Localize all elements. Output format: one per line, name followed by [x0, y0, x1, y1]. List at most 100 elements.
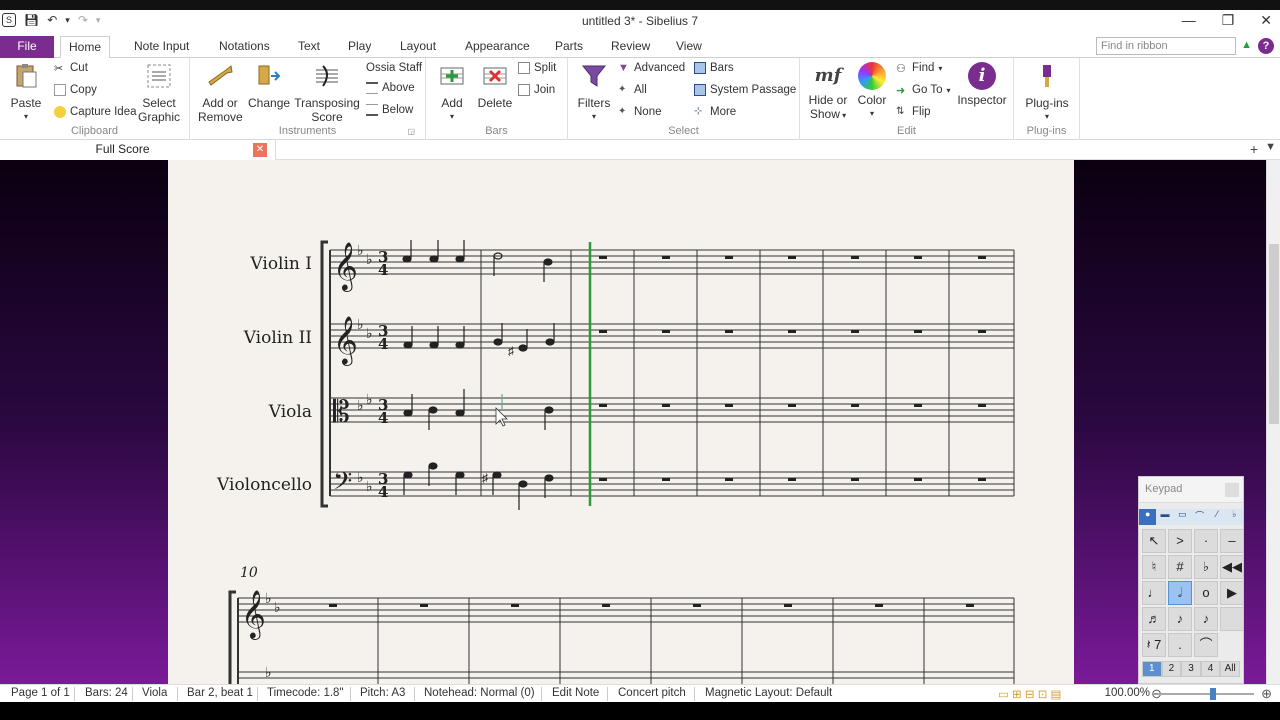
advanced-filter-button[interactable]: ▼ Advanced: [618, 62, 685, 74]
find-button[interactable]: ⚇ Find ▾: [896, 62, 942, 75]
tab-play[interactable]: Play: [340, 36, 379, 58]
keypad-layout-2[interactable]: 2: [1161, 661, 1182, 677]
zoom-slider[interactable]: [1158, 688, 1254, 700]
restore-button[interactable]: ❐: [1222, 12, 1235, 29]
keypad-layout-4[interactable]: 4: [1200, 661, 1221, 677]
keypad-accent-key[interactable]: >: [1168, 529, 1192, 553]
help-icon[interactable]: ?: [1258, 38, 1274, 54]
keypad-play-key[interactable]: ▶: [1220, 581, 1244, 605]
copy-button[interactable]: Copy: [54, 84, 97, 96]
split-button[interactable]: Split: [518, 62, 556, 74]
keypad-pointer-key[interactable]: ↖: [1142, 529, 1166, 553]
tab-file[interactable]: File: [0, 36, 54, 58]
window-controls: — ❐ ✕: [1182, 12, 1272, 29]
keypad-mode-2[interactable]: ▬: [1156, 509, 1173, 525]
select-group-label: Select: [668, 125, 699, 137]
clefs-and-signatures: 𝄞 𝄞 𝄡 𝄢 ♭♭ ♭♭ ♭ ♭ ♭♭ 34 34 34 34: [333, 241, 388, 502]
keypad-mode-6[interactable]: ♭: [1226, 509, 1243, 525]
plugins-button[interactable]: Plug-ins ▾: [1022, 62, 1072, 124]
view-mode-icons[interactable]: ▭ ⊞ ⊟ ⊡ ▤: [998, 687, 1061, 701]
keypad-rewind-key[interactable]: ◀◀: [1220, 555, 1244, 579]
instrument-name-violoncello: Violoncello: [217, 475, 312, 495]
select-none-button[interactable]: ✦ None: [618, 106, 662, 118]
advanced-filter-icon: ▼: [618, 62, 629, 74]
keypad-eighth-key[interactable]: ♪: [1168, 607, 1192, 631]
delete-bar-button[interactable]: Delete: [476, 62, 514, 110]
tab-appearance[interactable]: Appearance: [457, 36, 538, 58]
keypad-tie-key[interactable]: ⌒: [1194, 633, 1218, 657]
select-bars-button[interactable]: Bars: [694, 62, 734, 74]
keypad-mode-1[interactable]: ●: [1139, 509, 1157, 525]
minimize-ribbon-icon[interactable]: ▲: [1241, 39, 1252, 51]
paste-icon: [16, 64, 37, 88]
keypad-half-note-key[interactable]: 𝅗𝅥: [1168, 581, 1192, 605]
keypad-blank-key[interactable]: [1220, 607, 1244, 631]
close-button[interactable]: ✕: [1260, 12, 1272, 29]
status-magnetic-layout[interactable]: Magnetic Layout: Default: [705, 687, 832, 699]
treble-clef-violin-2: 𝄞: [333, 315, 358, 366]
inspector-button[interactable]: i Inspector: [956, 62, 1008, 107]
dialog-launcher-icon[interactable]: ◲: [407, 127, 415, 136]
keypad-layout-1[interactable]: 1: [1142, 661, 1162, 677]
join-button[interactable]: Join: [518, 84, 555, 96]
mouse-cursor-icon: [495, 407, 508, 427]
keypad-flat-key[interactable]: ♭: [1194, 555, 1218, 579]
tab-layout[interactable]: Layout: [392, 36, 444, 58]
keypad-whole-note-key[interactable]: o: [1194, 581, 1218, 605]
keypad-layout-3[interactable]: 3: [1181, 661, 1201, 677]
keypad-sharp-key[interactable]: #: [1168, 555, 1192, 579]
filters-button[interactable]: Filters ▾: [576, 62, 612, 124]
keypad-staccato-key[interactable]: ·: [1194, 529, 1218, 553]
keypad-tenuto-key[interactable]: –: [1220, 529, 1244, 553]
tab-review[interactable]: Review: [603, 36, 658, 58]
ossia-above-button[interactable]: Above: [366, 82, 415, 94]
status-concert-pitch[interactable]: Concert pitch: [618, 687, 686, 699]
tab-parts[interactable]: Parts: [547, 36, 591, 58]
paste-button[interactable]: Paste ▾: [6, 62, 46, 124]
keypad-mode-3[interactable]: ▭: [1174, 509, 1191, 525]
tab-notations[interactable]: Notations: [211, 36, 278, 58]
ossia-below-button[interactable]: Below: [366, 104, 413, 116]
keypad-mode-4[interactable]: ⌒: [1191, 509, 1208, 525]
cut-button[interactable]: ✂ Cut: [54, 62, 88, 75]
keypad-quarter-note-key[interactable]: ♩: [1142, 581, 1166, 605]
tab-full-score[interactable]: Full Score ✕: [0, 140, 276, 160]
select-all-button[interactable]: ✦ All: [618, 84, 647, 96]
zoom-in-icon[interactable]: ⊕: [1261, 686, 1272, 702]
keypad-sixteenth-key[interactable]: ♬: [1142, 607, 1166, 631]
keypad-8th-note-key[interactable]: ♪: [1194, 607, 1218, 631]
scrollbar-thumb[interactable]: [1269, 244, 1279, 424]
keypad-close-icon[interactable]: [1225, 483, 1239, 497]
tab-note-input[interactable]: Note Input: [126, 36, 197, 58]
find-in-ribbon-input[interactable]: Find in ribbon: [1096, 37, 1236, 55]
change-instrument-button[interactable]: Change: [248, 62, 290, 110]
split-icon: [518, 62, 530, 74]
transposing-score-button[interactable]: Transposing Score: [294, 62, 360, 124]
add-remove-instruments-button[interactable]: Add or Remove: [198, 62, 243, 124]
capture-idea-button[interactable]: Capture Idea: [54, 106, 137, 118]
tab-text[interactable]: Text: [290, 36, 328, 58]
keypad-rest-key[interactable]: 𝄽 7: [1142, 633, 1166, 657]
hide-or-show-button[interactable]: mf Hide or Show ▾: [806, 62, 850, 123]
tab-home[interactable]: Home: [60, 36, 111, 59]
keypad-natural-key[interactable]: ♮: [1142, 555, 1166, 579]
minimize-button[interactable]: —: [1182, 12, 1196, 29]
select-more-button[interactable]: ⊹ More: [694, 106, 736, 118]
keypad-mode-5[interactable]: ⁄: [1208, 509, 1225, 525]
zoom-slider-knob[interactable]: [1210, 688, 1216, 700]
color-button[interactable]: Color ▾: [856, 62, 888, 121]
system-passage-button[interactable]: System Passage: [694, 84, 796, 96]
status-separator: [694, 687, 695, 701]
add-bar-button[interactable]: Add ▾: [434, 62, 470, 124]
keypad-dot-key[interactable]: .: [1168, 633, 1192, 657]
new-tab-icon[interactable]: +: [1250, 141, 1258, 157]
tab-menu-icon[interactable]: ▼: [1265, 141, 1276, 153]
flip-button[interactable]: ⇅ Flip: [896, 106, 931, 118]
go-to-button[interactable]: ➜ Go To ▾: [896, 84, 951, 97]
select-graphic-button[interactable]: Select Graphic: [136, 62, 182, 124]
vertical-scrollbar[interactable]: [1266, 160, 1280, 684]
status-position: Bar 2, beat 1: [187, 687, 253, 699]
tab-view[interactable]: View: [668, 36, 710, 58]
keypad-layout-all[interactable]: All: [1220, 661, 1240, 677]
close-tab-icon[interactable]: ✕: [253, 143, 267, 157]
